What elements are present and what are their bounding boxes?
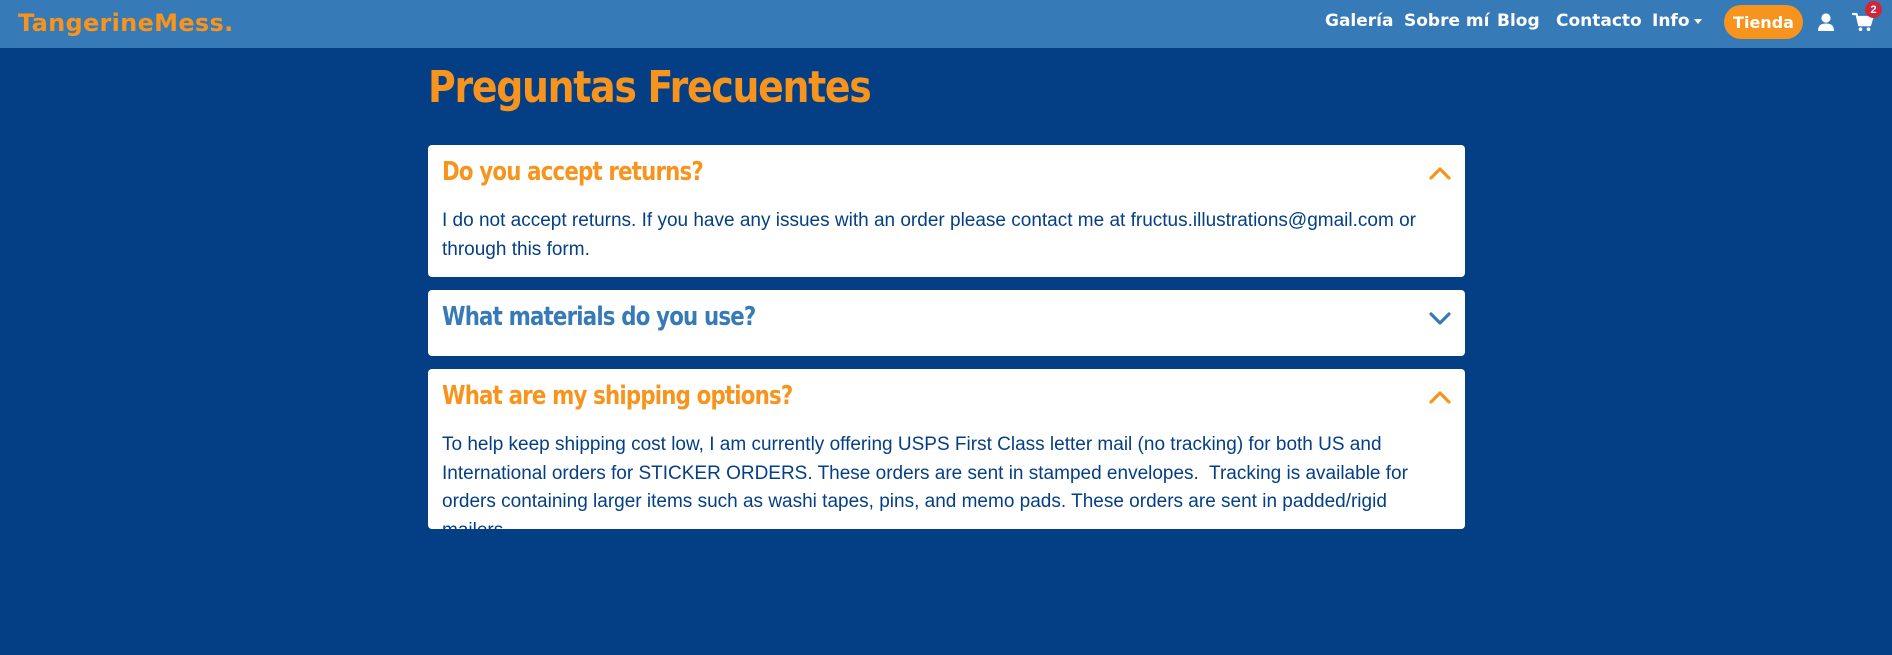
user-icon[interactable]: [1817, 12, 1835, 32]
shop-button[interactable]: Tienda: [1724, 5, 1803, 39]
nav-info-dropdown[interactable]: Info: [1652, 11, 1702, 31]
site-logo[interactable]: TangerineMess.: [18, 9, 234, 37]
nav-sobre-mi[interactable]: Sobre mí: [1404, 11, 1489, 31]
chevron-up-icon[interactable]: [1429, 389, 1451, 405]
caret-down-icon: [1693, 18, 1702, 24]
faq-item-shipping: What are my shipping options? To help ke…: [428, 369, 1465, 541]
faq-question[interactable]: What materials do you use?: [442, 302, 756, 332]
cart-count-badge: 2: [1865, 1, 1882, 18]
chevron-up-icon[interactable]: [1429, 165, 1451, 181]
chevron-down-icon[interactable]: [1429, 310, 1451, 326]
nav-galeria[interactable]: Galería: [1325, 11, 1393, 31]
page-title: Preguntas Frecuentes: [428, 62, 872, 113]
faq-question[interactable]: Do you accept returns?: [442, 157, 704, 187]
top-navbar: TangerineMess. Galería Sobre mí Blog Con…: [0, 0, 1892, 48]
faq-answer: To help keep shipping cost low, I am cur…: [442, 434, 1414, 541]
faq-item-returns: Do you accept returns? I do not accept r…: [428, 145, 1465, 277]
nav-contacto[interactable]: Contacto: [1556, 11, 1642, 31]
nav-info-label: Info: [1652, 11, 1690, 31]
faq-question[interactable]: What are my shipping options?: [442, 381, 793, 411]
faq-answer: I do not accept returns. If you have any…: [442, 210, 1416, 260]
nav-blog[interactable]: Blog: [1497, 11, 1540, 31]
faq-item-materials: What materials do you use?: [428, 290, 1465, 356]
